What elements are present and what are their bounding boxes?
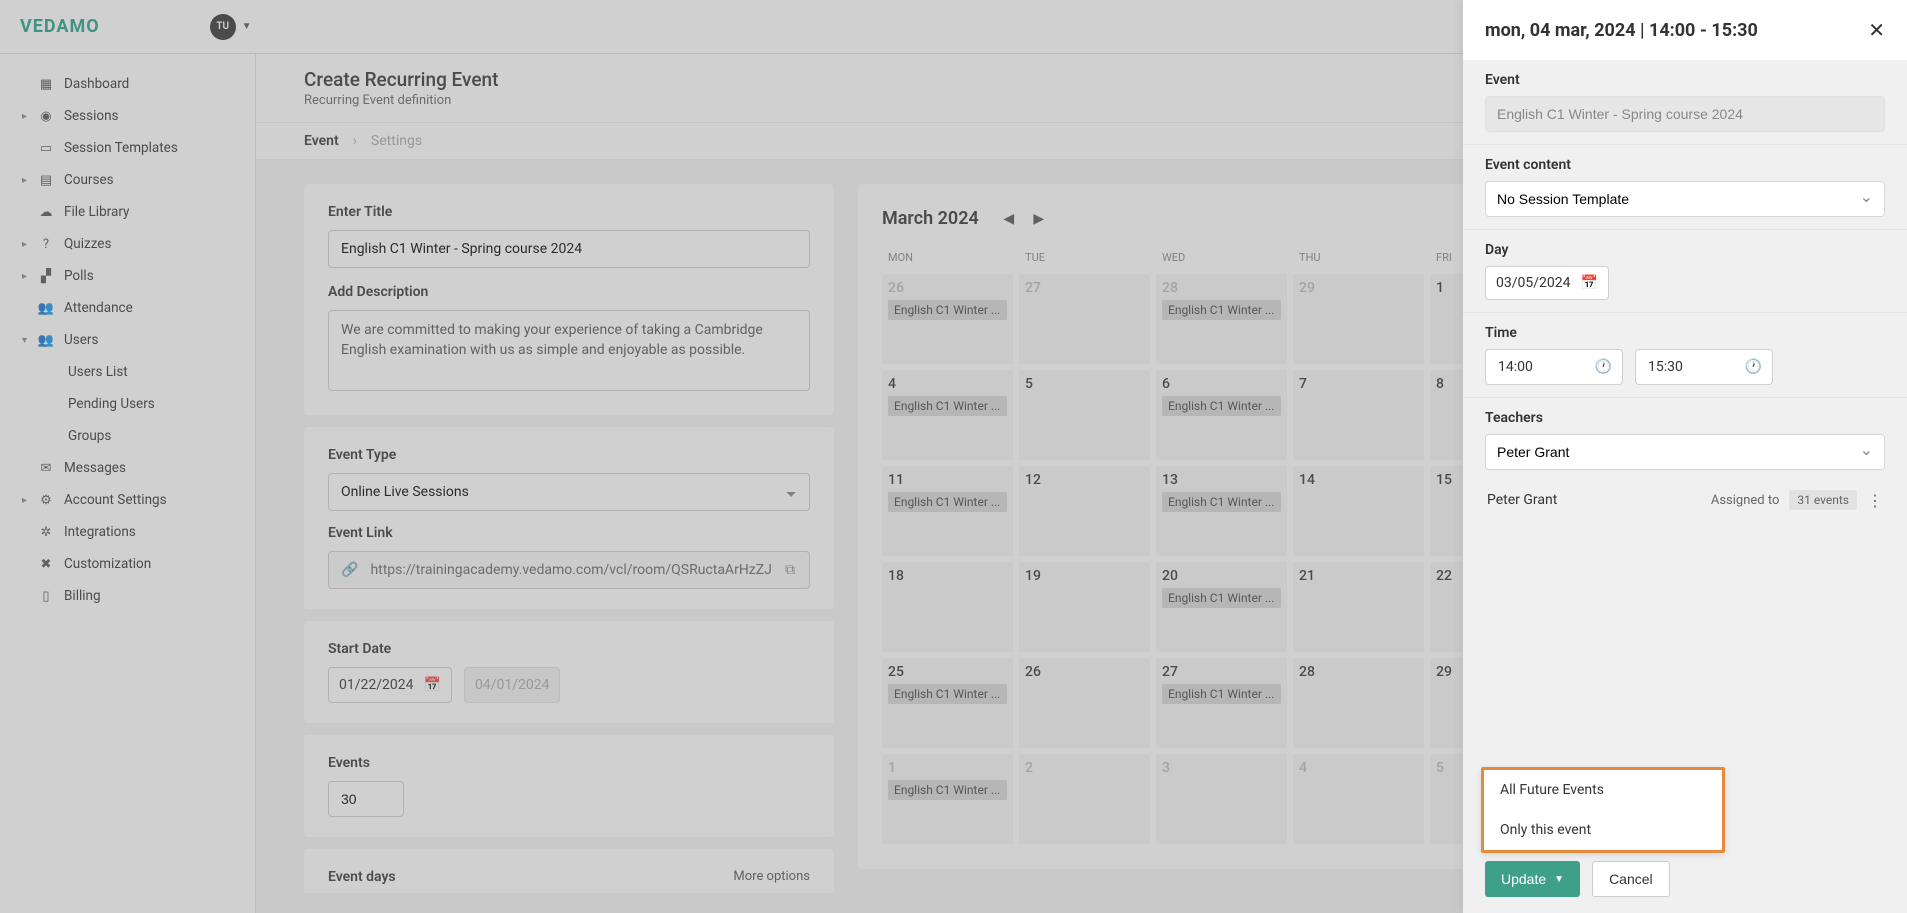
panel-event-section: Event bbox=[1463, 60, 1907, 145]
update-scope-popup: All Future Events Only this event bbox=[1481, 767, 1725, 853]
popup-only-this-event[interactable]: Only this event bbox=[1484, 810, 1722, 850]
events-count-badge: 31 events bbox=[1789, 490, 1857, 510]
panel-event-label: Event bbox=[1485, 72, 1885, 88]
update-button[interactable]: Update ▼ bbox=[1485, 861, 1580, 897]
teacher-name: Peter Grant bbox=[1487, 492, 1557, 508]
panel-day-section: Day 03/05/2024 📅 bbox=[1463, 230, 1907, 313]
panel-teachers-label: Teachers bbox=[1485, 410, 1885, 426]
panel-content-select[interactable] bbox=[1485, 181, 1885, 217]
panel-content-section: Event content bbox=[1463, 145, 1907, 230]
panel-teachers-select[interactable] bbox=[1485, 434, 1885, 470]
close-icon[interactable]: ✕ bbox=[1868, 18, 1885, 42]
panel-day-input[interactable]: 03/05/2024 📅 bbox=[1485, 266, 1609, 300]
clock-icon: 🕐 bbox=[1595, 359, 1612, 375]
panel-event-name bbox=[1485, 96, 1885, 132]
panel-time-to-input[interactable]: 15:30 🕐 bbox=[1635, 349, 1773, 385]
assigned-to-label: Assigned to bbox=[1711, 493, 1780, 508]
event-detail-panel: mon, 04 mar, 2024 | 14:00 - 15:30 ✕ Even… bbox=[1463, 0, 1907, 913]
panel-day-label: Day bbox=[1485, 242, 1885, 258]
clock-icon: 🕐 bbox=[1745, 359, 1762, 375]
calendar-icon: 📅 bbox=[1581, 275, 1598, 291]
cancel-button[interactable]: Cancel bbox=[1592, 861, 1670, 897]
panel-title: mon, 04 mar, 2024 | 14:00 - 15:30 bbox=[1485, 20, 1758, 41]
panel-time-section: Time 14:00 🕐 15:30 🕐 bbox=[1463, 313, 1907, 398]
teacher-assignment-row: Peter Grant Assigned to 31 events ⋮ bbox=[1485, 484, 1885, 510]
panel-footer: All Future Events Only this event Update… bbox=[1463, 845, 1907, 913]
panel-time-label: Time bbox=[1485, 325, 1885, 341]
caret-down-icon: ▼ bbox=[1554, 874, 1564, 885]
panel-content-label: Event content bbox=[1485, 157, 1885, 173]
popup-all-future-events[interactable]: All Future Events bbox=[1484, 770, 1722, 810]
panel-teachers-section: Teachers Peter Grant Assigned to 31 even… bbox=[1463, 398, 1907, 522]
panel-time-from-input[interactable]: 14:00 🕐 bbox=[1485, 349, 1623, 385]
kebab-menu-icon[interactable]: ⋮ bbox=[1867, 491, 1883, 510]
